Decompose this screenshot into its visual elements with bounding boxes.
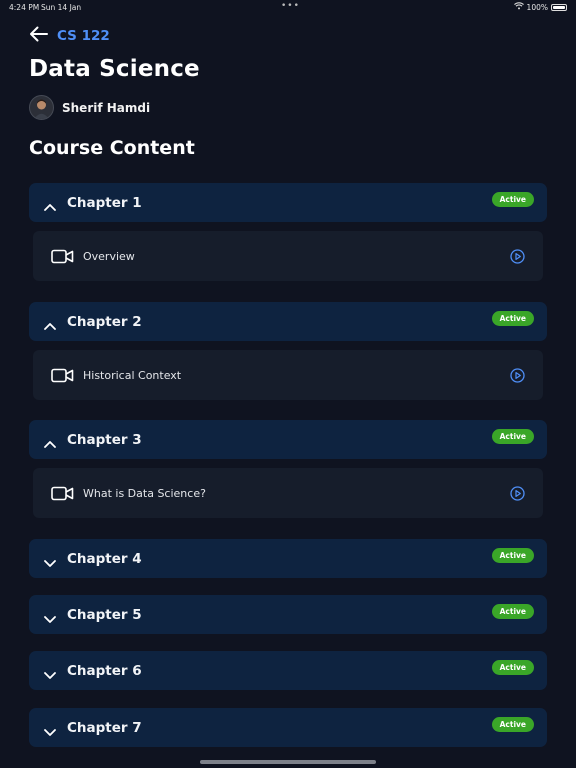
status-right: 100% [513, 2, 567, 12]
section-title: Course Content [29, 137, 195, 159]
chapter-title: Chapter 7 [67, 719, 142, 736]
chapter-header-4[interactable]: Chapter 4 Active [29, 539, 547, 578]
play-circle-icon[interactable] [510, 368, 525, 387]
back-label: CS 122 [57, 28, 110, 44]
status-badge: Active [491, 192, 534, 207]
status-bar: 4:24 PM Sun 14 Jan ••• 100% [0, 0, 576, 14]
battery-percent: 100% [526, 2, 548, 12]
status-badge: Active [491, 311, 534, 326]
instructor: Sherif Hamdi [29, 95, 150, 120]
battery-icon [551, 3, 567, 11]
avatar [29, 95, 54, 120]
lesson-row-1[interactable]: Overview [33, 231, 543, 281]
chevron-down-icon [44, 722, 56, 741]
lesson-title: Historical Context [83, 368, 182, 382]
chapter-header-1[interactable]: Chapter 1 Active [29, 183, 547, 222]
status-badge: Active [491, 548, 534, 563]
wifi-icon [513, 2, 524, 12]
chevron-down-icon [44, 553, 56, 572]
chapter-header-3[interactable]: Chapter 3 Active [29, 420, 547, 459]
multitasking-dots[interactable]: ••• [281, 1, 300, 11]
play-circle-icon[interactable] [510, 249, 525, 268]
chapter-header-7[interactable]: Chapter 7 Active [29, 708, 547, 747]
arrow-left-icon [29, 26, 48, 46]
video-camera-icon [51, 249, 74, 268]
lesson-row-3[interactable]: What is Data Science? [33, 468, 543, 518]
status-badge: Active [491, 429, 534, 444]
chapter-title: Chapter 5 [67, 606, 142, 623]
instructor-name: Sherif Hamdi [62, 100, 151, 115]
lesson-row-2[interactable]: Historical Context [33, 350, 543, 400]
chapter-title: Chapter 2 [67, 313, 142, 330]
chevron-down-icon [44, 609, 56, 628]
chapter-header-6[interactable]: Chapter 6 Active [29, 651, 547, 690]
lesson-title: Overview [83, 249, 135, 263]
chevron-up-icon [44, 434, 56, 453]
status-badge: Active [491, 604, 534, 619]
page-title: Data Science [29, 56, 200, 82]
lesson-title: What is Data Science? [83, 486, 206, 500]
battery-level [553, 5, 565, 9]
chapter-title: Chapter 3 [67, 431, 142, 448]
status-badge: Active [491, 717, 534, 732]
chevron-up-icon [44, 316, 56, 335]
status-date: Sun 14 Jan [41, 3, 82, 12]
status-badge: Active [491, 660, 534, 675]
chevron-up-icon [44, 197, 56, 216]
back-button[interactable]: CS 122 [29, 26, 110, 46]
home-indicator[interactable] [200, 760, 376, 764]
chapter-header-2[interactable]: Chapter 2 Active [29, 302, 547, 341]
status-time: 4:24 PM [9, 3, 40, 12]
chapter-title: Chapter 4 [67, 550, 142, 567]
chapter-header-5[interactable]: Chapter 5 Active [29, 595, 547, 634]
video-camera-icon [51, 368, 74, 387]
play-circle-icon[interactable] [510, 486, 525, 505]
chevron-down-icon [44, 665, 56, 684]
chapter-title: Chapter 1 [67, 194, 142, 211]
video-camera-icon [51, 486, 74, 505]
chapter-title: Chapter 6 [67, 662, 142, 679]
